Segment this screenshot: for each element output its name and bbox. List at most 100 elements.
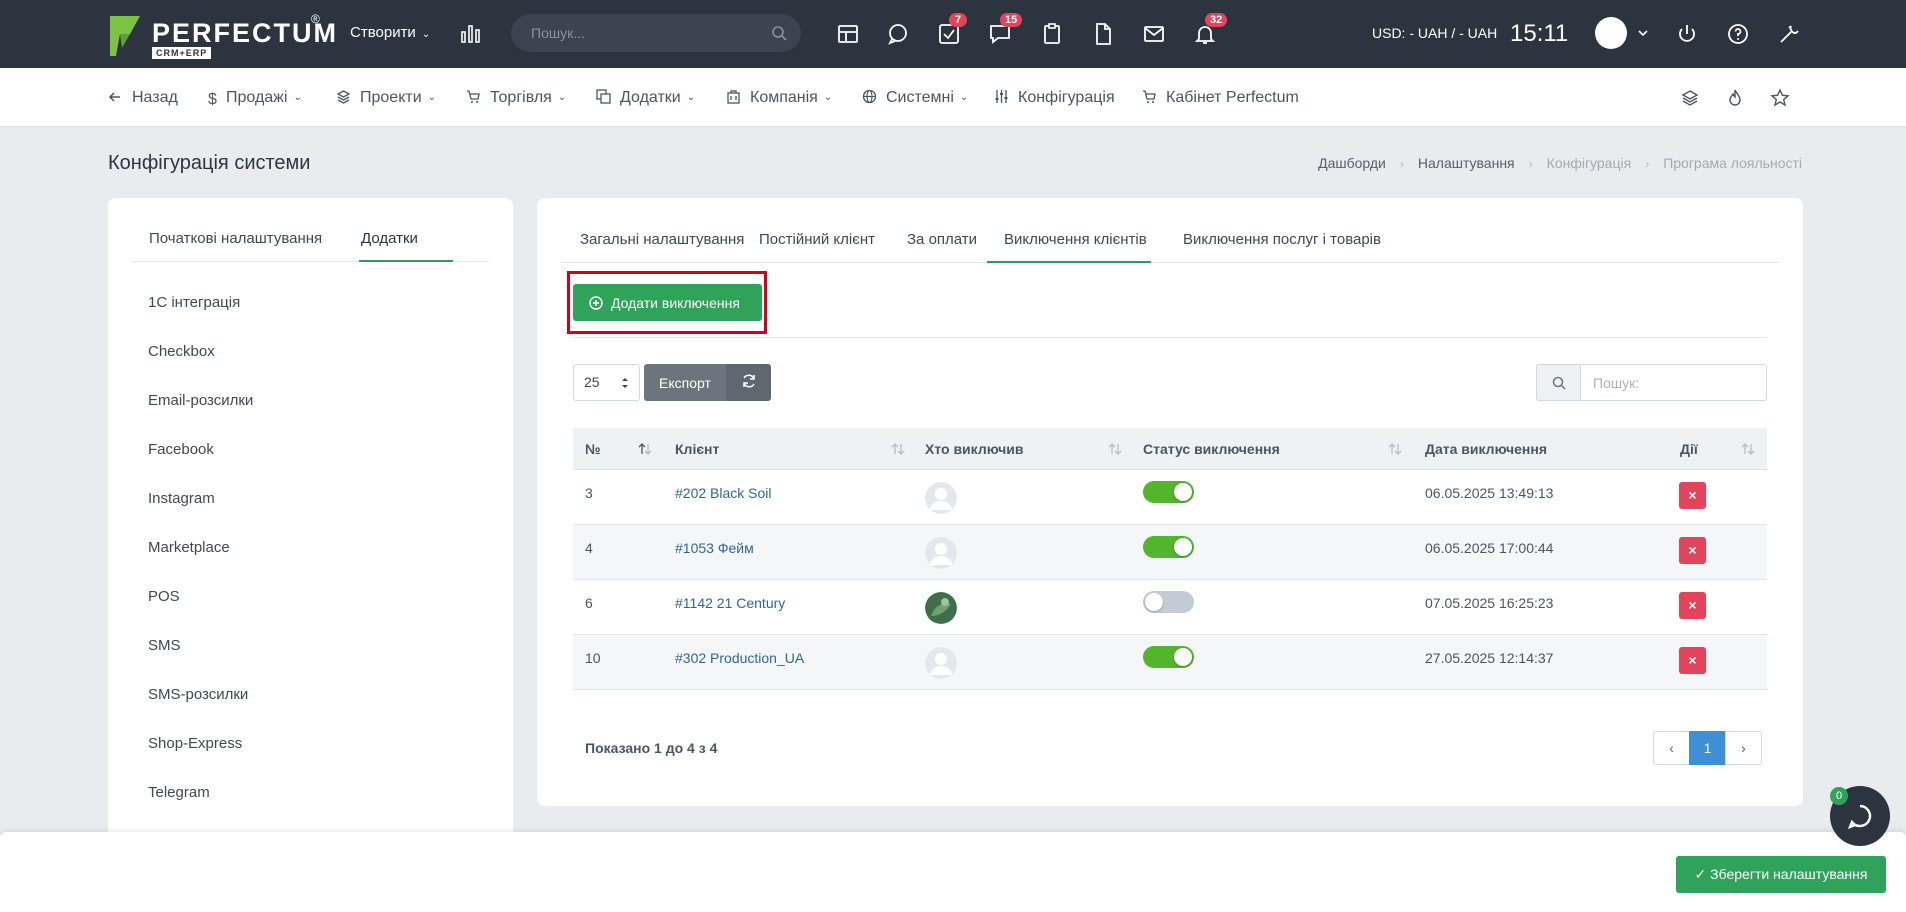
- sidebar-item-pos[interactable]: POS: [148, 588, 253, 637]
- sort-icon[interactable]: [1108, 442, 1122, 456]
- top-bar: PERFECTUM ® CRM+ERP Створити ⌄ 7: [0, 0, 1906, 68]
- user-avatar[interactable]: [925, 482, 957, 514]
- wrench-icon[interactable]: [1777, 22, 1801, 46]
- status-toggle[interactable]: [1143, 481, 1194, 503]
- nav-company[interactable]: Компанія ⌄: [726, 89, 832, 107]
- sidebar-item-marketplace[interactable]: Marketplace: [148, 539, 253, 588]
- status-toggle[interactable]: [1143, 646, 1194, 668]
- delete-button[interactable]: ×: [1679, 482, 1706, 509]
- fire-icon[interactable]: [1725, 88, 1745, 108]
- chevron-down-icon: ⌄: [959, 92, 969, 103]
- delete-button[interactable]: ×: [1679, 592, 1706, 619]
- user-avatar[interactable]: [925, 537, 957, 569]
- mail-icon[interactable]: [1142, 22, 1166, 46]
- status-toggle[interactable]: [1143, 536, 1194, 558]
- save-settings-button[interactable]: ✓ Зберегти налаштування: [1676, 856, 1886, 893]
- breadcrumb-settings[interactable]: Налаштування: [1418, 155, 1515, 171]
- page-prev-button[interactable]: ‹: [1653, 731, 1690, 765]
- column-header-client[interactable]: Клієнт: [675, 441, 719, 457]
- sidebar-item-sms[interactable]: SMS: [148, 637, 253, 686]
- star-icon[interactable]: [1770, 88, 1790, 108]
- sidebar-item-checkbox[interactable]: Checkbox: [148, 343, 253, 392]
- sort-asc-icon[interactable]: [638, 442, 652, 456]
- notifications-button[interactable]: 32: [1193, 13, 1228, 46]
- nav-addons[interactable]: Додатки ⌄: [596, 89, 695, 107]
- column-header-date[interactable]: Дата виключення: [1425, 441, 1547, 457]
- user-avatar-photo[interactable]: [925, 592, 957, 624]
- client-link[interactable]: #1142 21 Century: [675, 595, 785, 611]
- sidebar-item-sms-mailing[interactable]: SMS-розсилки: [148, 686, 253, 735]
- delete-button[interactable]: ×: [1679, 647, 1706, 674]
- layers-icon[interactable]: [1680, 88, 1700, 108]
- client-link[interactable]: #302 Production_UA: [675, 650, 804, 666]
- nav-system[interactable]: Системні ⌄: [862, 89, 968, 107]
- tab-for-payments[interactable]: За оплати: [907, 231, 977, 248]
- toggle-knob: [1174, 648, 1192, 666]
- discussions-button[interactable]: 15: [988, 13, 1023, 46]
- page-next-button[interactable]: ›: [1725, 731, 1762, 765]
- tab-regular-client[interactable]: Постійний клієнт: [759, 231, 875, 248]
- create-menu-button[interactable]: Створити ⌄: [350, 24, 430, 41]
- perfectum-logo[interactable]: PERFECTUM ® CRM+ERP: [108, 12, 336, 60]
- page-current-button[interactable]: 1: [1689, 731, 1726, 765]
- refresh-button[interactable]: [726, 364, 771, 401]
- toggle-knob: [1174, 483, 1192, 501]
- nav-projects[interactable]: Проекти ⌄: [336, 89, 436, 107]
- sort-icon[interactable]: [1388, 442, 1402, 456]
- sidebar-item-instagram[interactable]: Instagram: [148, 490, 253, 539]
- tasks-button[interactable]: 7: [937, 13, 967, 46]
- global-search-input[interactable]: [511, 14, 751, 52]
- table-icon[interactable]: [836, 22, 860, 46]
- nav-config[interactable]: Конфігурація: [994, 89, 1115, 107]
- sidebar-item-email[interactable]: Email-розсилки: [148, 392, 253, 441]
- add-exclusion-button[interactable]: Додати виключення: [573, 284, 762, 321]
- column-header-excluded-by[interactable]: Хто виключив: [925, 441, 1024, 457]
- client-link[interactable]: #1053 Фейм: [675, 540, 754, 556]
- export-button[interactable]: Експорт: [644, 364, 726, 401]
- tab-addons[interactable]: Додатки: [361, 230, 418, 247]
- sort-icon[interactable]: [1741, 442, 1755, 456]
- delete-button[interactable]: ×: [1679, 537, 1706, 564]
- bar-chart-icon[interactable]: [460, 22, 482, 44]
- user-avatar[interactable]: [925, 647, 957, 679]
- search-icon[interactable]: [771, 25, 787, 41]
- nav-cabinet[interactable]: Кабінет Perfectum: [1142, 89, 1299, 107]
- layers-icon: [336, 89, 352, 105]
- tab-general[interactable]: Загальні налаштування: [580, 231, 744, 248]
- tab-initial-settings[interactable]: Початкові налаштування: [149, 230, 322, 247]
- comment-icon[interactable]: [886, 22, 910, 46]
- sidebar-item-facebook[interactable]: Facebook: [148, 441, 253, 490]
- tab-service-exclusions[interactable]: Виключення послуг і товарів: [1183, 231, 1381, 248]
- exclusion-date: 06.05.2025 13:49:13: [1425, 485, 1554, 501]
- breadcrumb-dashboards[interactable]: Дашборди: [1318, 155, 1386, 171]
- copy-icon: [596, 89, 612, 105]
- breadcrumb: Дашборди › Налаштування › Конфігурація › Прогр…: [1318, 155, 1802, 171]
- power-icon[interactable]: [1675, 22, 1699, 46]
- clipboard-icon[interactable]: [1040, 22, 1064, 46]
- page-length-select[interactable]: 25: [573, 364, 640, 401]
- logo-subtitle: CRM+ERP: [152, 47, 212, 59]
- nav-sales[interactable]: $ Продажі ⌄: [208, 89, 302, 108]
- column-header-status[interactable]: Статус виключення: [1143, 441, 1280, 457]
- table-search-input[interactable]: [1580, 364, 1767, 401]
- user-avatar[interactable]: [1595, 17, 1627, 49]
- sort-icon[interactable]: [891, 442, 905, 456]
- status-toggle[interactable]: [1143, 591, 1194, 613]
- help-icon[interactable]: [1726, 22, 1750, 46]
- nav-system-label: Системні: [886, 89, 954, 106]
- breadcrumb-config[interactable]: Конфігурація: [1547, 155, 1632, 171]
- exclusion-date: 27.05.2025 12:14:37: [1425, 650, 1554, 666]
- sidebar-item-1c[interactable]: 1С інтеграція: [148, 294, 253, 343]
- nav-back[interactable]: Назад: [108, 89, 178, 107]
- tab-client-exclusions[interactable]: Виключення клієнтів: [1004, 231, 1147, 248]
- document-icon[interactable]: [1091, 22, 1115, 46]
- discussions-badge: 15: [1000, 13, 1023, 27]
- nav-addons-label: Додатки: [620, 89, 681, 106]
- client-link[interactable]: #202 Black Soil: [675, 485, 772, 501]
- column-header-number[interactable]: №: [585, 441, 601, 457]
- save-settings-label: Зберегти налаштування: [1710, 866, 1868, 882]
- nav-trade[interactable]: Торгівля ⌄: [466, 89, 566, 107]
- sidebar-item-shop-express[interactable]: Shop-Express: [148, 735, 253, 784]
- sidebar-item-telegram[interactable]: Telegram: [148, 784, 253, 833]
- chevron-down-icon[interactable]: [1637, 27, 1649, 39]
